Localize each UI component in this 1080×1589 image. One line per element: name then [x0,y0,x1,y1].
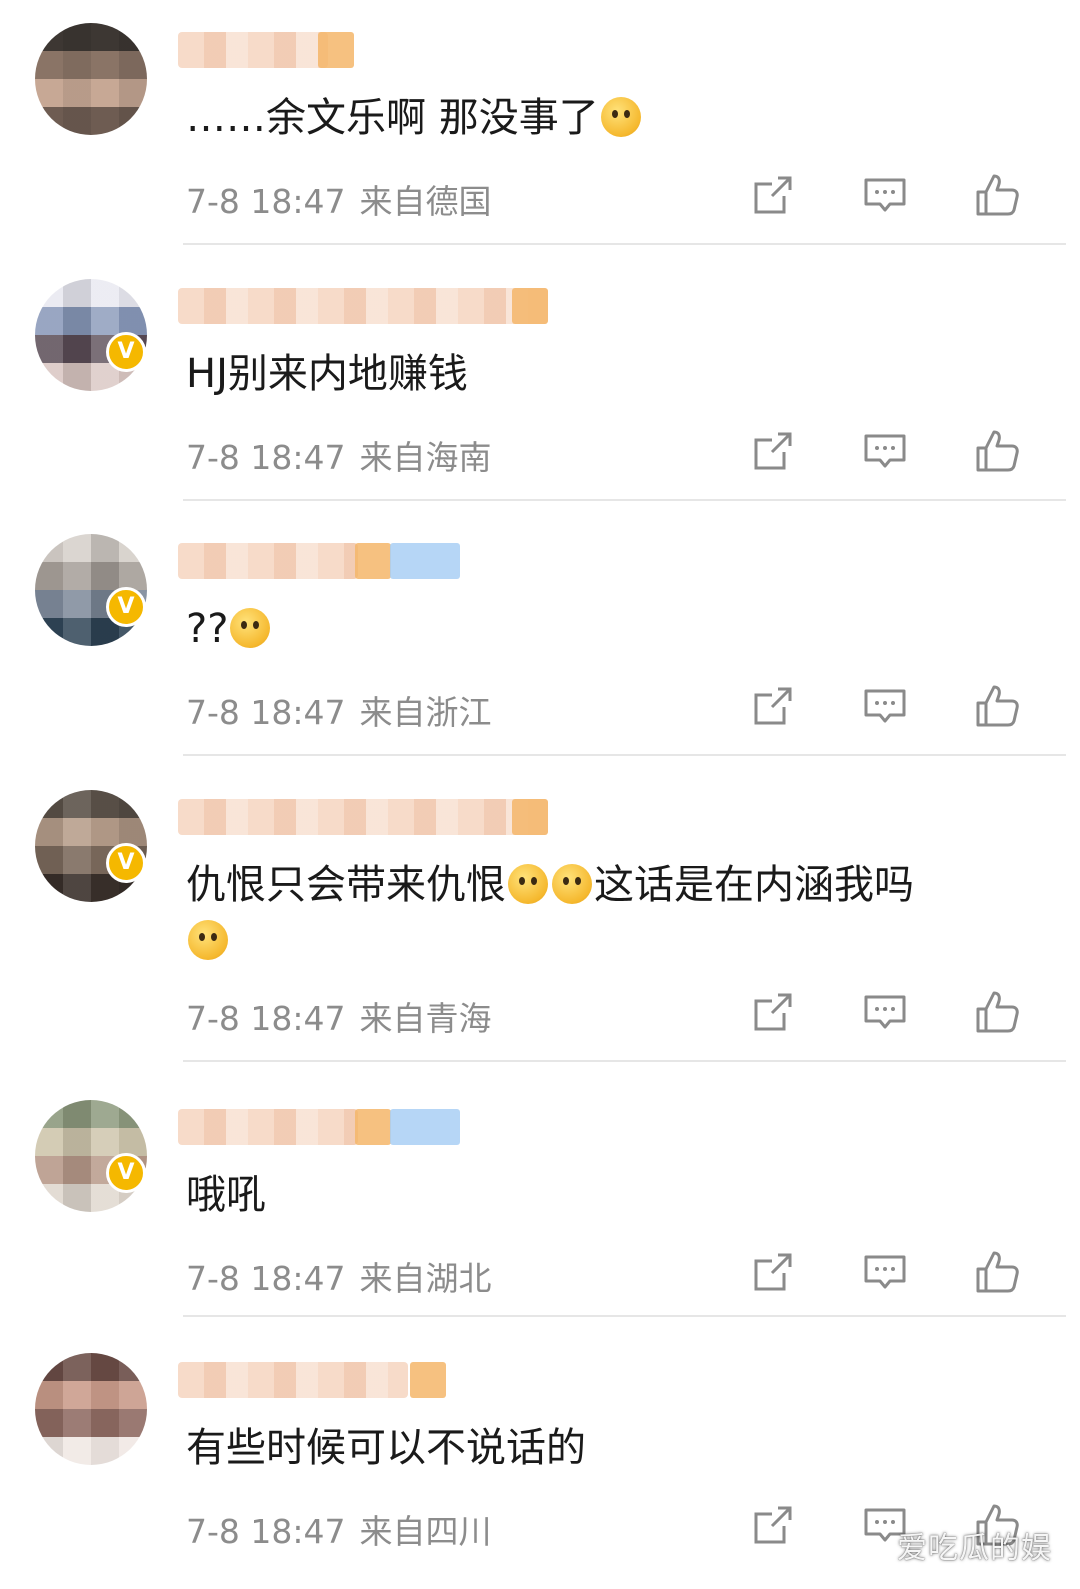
comment-icon [864,689,906,723]
comment-button[interactable] [862,989,908,1035]
verified-badge-icon: V [106,843,146,883]
location: 来自海南 [359,438,492,477]
comment-body: ?? [186,606,229,652]
like-button[interactable] [974,989,1020,1035]
location: 来自四川 [359,1512,492,1551]
comment-meta: 7-8 18:47 来自湖北 [186,1252,492,1300]
user-level-badge [512,288,548,324]
repost-button[interactable] [750,172,796,218]
comment-item[interactable]: V ?? 7-8 18:47 来自浙江 [0,511,1080,756]
comment-icon [864,995,906,1029]
thinking-emoji-icon [508,864,548,904]
timestamp: 7-8 18:47 [186,438,346,477]
username-blurred[interactable] [178,799,548,835]
avatar[interactable] [35,23,147,135]
thinking-emoji-icon [552,864,592,904]
confused-emoji-icon [230,608,271,648]
verified-badge-icon: V [106,587,146,627]
comment-text: HJ别来内地赚钱 [186,346,468,402]
verified-badge-icon: V [106,1153,146,1193]
location: 来自湖北 [359,1259,492,1298]
timestamp: 7-8 18:47 [186,999,346,1038]
comment-icon [864,178,906,212]
comment-meta: 7-8 18:47 来自青海 [186,992,492,1040]
avatar[interactable] [35,1353,147,1465]
divider [183,1315,1066,1317]
repost-icon [754,176,792,214]
repost-button[interactable] [750,1502,796,1548]
comment-item[interactable]: V 仇恨只会带来仇恨 这话是在内涵我吗 7-8 18:47 来自青海 [0,767,1080,1067]
username-blurred[interactable] [178,1109,358,1145]
repost-button[interactable] [750,989,796,1035]
username-blurred[interactable] [178,288,548,324]
location: 来自浙江 [359,693,492,732]
divider [183,243,1066,245]
timestamp: 7-8 18:47 [186,1512,346,1551]
divider [183,499,1066,501]
comment-item[interactable]: V 哦吼 7-8 18:47 来自湖北 [0,1077,1080,1322]
comment-body: 仇恨只会带来仇恨 [186,862,506,908]
crying-emoji-icon [600,97,641,137]
comment-text: 有些时候可以不说话的 [186,1420,586,1476]
comment-body-continued: 这话是在内涵我吗 [594,862,914,908]
comment-text: 仇恨只会带来仇恨 这话是在内涵我吗 [186,857,914,969]
comment-text: ……余文乐啊 那没事了 [186,90,643,146]
comment-icon [864,1255,906,1289]
timestamp: 7-8 18:47 [186,182,346,221]
fan-badge [390,1109,460,1145]
location: 来自青海 [359,999,492,1038]
like-button[interactable] [974,1249,1020,1295]
comment-body: HJ别来内地赚钱 [186,351,468,397]
like-button[interactable] [974,172,1020,218]
divider [183,1060,1066,1062]
comment-icon [864,434,906,468]
fan-badge [390,543,460,579]
like-icon [976,1251,1019,1293]
comment-text: 哦吼 [186,1167,266,1223]
verified-badge-icon: V [106,332,146,372]
comment-item[interactable]: V HJ别来内地赚钱 7-8 18:47 来自海南 [0,256,1080,501]
repost-icon [754,432,792,470]
comment-button[interactable] [862,172,908,218]
like-icon [976,685,1019,727]
comment-meta: 7-8 18:47 来自浙江 [186,686,492,734]
user-level-badge [410,1362,446,1398]
username-blurred[interactable] [178,543,358,579]
location: 来自德国 [359,182,492,221]
comment-meta: 7-8 18:47 来自四川 [186,1505,492,1553]
comment-button[interactable] [862,1249,908,1295]
comment-body: 哦吼 [186,1172,266,1218]
like-button[interactable] [974,428,1020,474]
comment-body: ……余文乐啊 那没事了 [186,95,599,141]
like-button[interactable] [974,683,1020,729]
repost-icon [754,1253,792,1291]
comment-meta: 7-8 18:47 来自德国 [186,175,492,223]
comment-button[interactable] [862,683,908,729]
repost-button[interactable] [750,1249,796,1295]
user-level-badge [355,543,391,579]
smile-emoji-icon [188,920,228,960]
user-level-badge [512,799,548,835]
like-icon [976,174,1019,216]
username-blurred[interactable] [178,32,328,68]
comment-button[interactable] [862,428,908,474]
user-level-badge [318,32,354,68]
comment-item[interactable]: ……余文乐啊 那没事了 7-8 18:47 来自德国 [0,0,1080,245]
username-blurred[interactable] [178,1362,408,1398]
like-icon [976,430,1019,472]
divider [183,754,1066,756]
repost-button[interactable] [750,683,796,729]
comment-text: ?? [186,601,272,657]
like-icon [976,991,1019,1033]
repost-icon [754,993,792,1031]
comment-meta: 7-8 18:47 来自海南 [186,431,492,479]
user-level-badge [355,1109,391,1145]
timestamp: 7-8 18:47 [186,1259,346,1298]
repost-icon [754,687,792,725]
timestamp: 7-8 18:47 [186,693,346,732]
repost-icon [754,1506,792,1544]
repost-button[interactable] [750,428,796,474]
comment-body: 有些时候可以不说话的 [186,1425,586,1471]
watermark: 爱吃瓜的娱 [897,1531,1052,1566]
